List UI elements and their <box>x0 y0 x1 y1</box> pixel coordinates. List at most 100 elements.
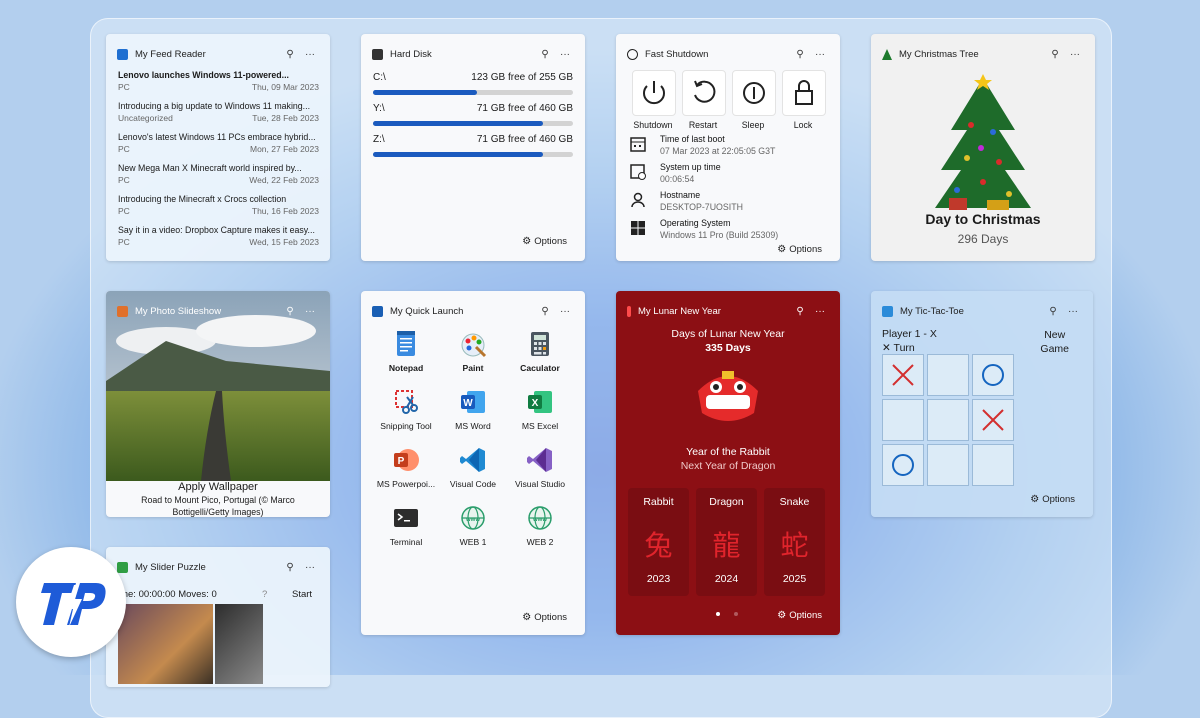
app-launcher-powerpoint[interactable]: P MS Powerpoi... <box>371 445 441 489</box>
drive-usage-bar <box>373 90 573 95</box>
start-button[interactable]: Start <box>292 589 318 600</box>
pin-icon[interactable]: ⚲ <box>790 49 810 60</box>
lock-button[interactable] <box>782 70 826 116</box>
widget-title: My Tic-Tac-Toe <box>900 305 964 317</box>
feed-item-category: Uncategorized <box>118 113 173 123</box>
more-options-icon[interactable]: ··· <box>300 306 320 317</box>
feed-item-title: New Mega Man X Minecraft world inspired … <box>118 163 302 173</box>
app-launcher-calculator[interactable]: Caculator <box>505 329 575 373</box>
board-cell[interactable] <box>882 399 924 441</box>
apply-wallpaper-button[interactable]: Apply Wallpaper <box>106 481 330 493</box>
zodiac-name: Dragon <box>709 496 744 508</box>
hard-disk-icon <box>372 48 383 60</box>
options-button[interactable]: ⚙ Options <box>777 244 822 255</box>
vscode-icon <box>438 445 508 475</box>
puzzle-tile[interactable] <box>215 604 263 684</box>
board-cell[interactable] <box>927 399 969 441</box>
pin-icon[interactable]: ⚲ <box>1045 49 1065 60</box>
excel-icon: X <box>505 387 575 417</box>
app-launcher-terminal[interactable]: Terminal <box>371 503 441 547</box>
zodiac-card-dragon[interactable]: Dragon 龍 2024 <box>696 488 757 596</box>
shutdown-button[interactable] <box>632 70 676 116</box>
options-button[interactable]: ⚙ Options <box>522 612 567 623</box>
board-cell[interactable] <box>882 444 924 486</box>
photo-caption: Road to Mount Pico, Portugal (© Marco Bo… <box>141 495 295 517</box>
feed-item-date: Wed, 22 Feb 2023 <box>249 175 319 185</box>
more-options-icon[interactable]: ··· <box>810 306 830 317</box>
lantern-icon <box>627 305 631 317</box>
board-cell[interactable] <box>927 444 969 486</box>
game-board <box>882 354 1016 488</box>
feed-item[interactable]: Introducing a big update to Windows 11 m… <box>118 101 319 123</box>
more-options-icon[interactable]: ··· <box>555 306 575 317</box>
board-cell[interactable] <box>882 354 924 396</box>
help-button[interactable]: ? <box>262 589 292 600</box>
feed-item-date: Tue, 28 Feb 2023 <box>252 113 319 123</box>
board-cell[interactable] <box>972 399 1014 441</box>
slideshow-photo[interactable] <box>106 291 330 481</box>
grid-icon <box>882 305 893 317</box>
feed-item[interactable]: New Mega Man X Minecraft world inspired … <box>118 163 319 185</box>
christmas-label: Day to Christmas <box>925 211 1041 227</box>
app-label: MS Word <box>455 421 491 431</box>
pin-icon[interactable]: ⚲ <box>535 49 555 60</box>
board-cell[interactable] <box>972 444 1014 486</box>
options-button[interactable]: ⚙ Options <box>1030 494 1075 505</box>
christmas-tree-image <box>935 74 1031 210</box>
options-button[interactable]: ⚙ Options <box>777 610 822 621</box>
feed-item[interactable]: Lenovo's latest Windows 11 PCs embrace h… <box>118 132 319 154</box>
drive-name: Z:\ <box>373 134 385 145</box>
web-icon: www <box>438 503 508 533</box>
feed-item[interactable]: Introducing the Minecraft x Crocs collec… <box>118 194 319 216</box>
puzzle-tile[interactable] <box>118 604 213 684</box>
current-zodiac-year: Year of the Rabbit <box>686 446 770 458</box>
power-icon <box>627 48 638 60</box>
feed-item-title: Say it in a video: Dropbox Capture makes… <box>118 225 315 235</box>
more-options-icon[interactable]: ··· <box>555 49 575 60</box>
fast-shutdown-widget: Fast Shutdown ⚲ ··· Shutdown Restart Sle… <box>616 34 840 261</box>
more-options-icon[interactable]: ··· <box>1063 306 1083 317</box>
pin-icon[interactable]: ⚲ <box>790 306 810 317</box>
app-launcher-paint[interactable]: Paint <box>438 329 508 373</box>
widget-title: My Lunar New Year <box>638 305 721 317</box>
widget-title: My Slider Puzzle <box>135 561 206 573</box>
calendar-icon <box>630 137 646 152</box>
app-launcher-snipping-tool[interactable]: Snipping Tool <box>371 387 441 431</box>
drive-name: C:\ <box>373 72 386 83</box>
options-button[interactable]: ⚙ Options <box>522 236 567 247</box>
more-options-icon[interactable]: ··· <box>810 49 830 60</box>
app-launcher-excel[interactable]: X MS Excel <box>505 387 575 431</box>
drive-row: Z:\ 71 GB free of 460 GB <box>373 134 573 157</box>
more-options-icon[interactable]: ··· <box>300 49 320 60</box>
drive-row: C:\ 123 GB free of 255 GB <box>373 72 573 95</box>
app-label: Notepad <box>388 363 424 373</box>
app-launcher-web[interactable]: www WEB 2 <box>505 503 575 547</box>
app-launcher-word[interactable]: W MS Word <box>438 387 508 431</box>
svg-text:www: www <box>532 517 547 523</box>
more-options-icon[interactable]: ··· <box>300 562 320 573</box>
quick-launch-widget: My Quick Launch ⚲ ··· Notepad Paint Cacula… <box>361 291 585 635</box>
pin-icon[interactable]: ⚲ <box>1043 306 1063 317</box>
pin-icon[interactable]: ⚲ <box>280 562 300 573</box>
pin-icon[interactable]: ⚲ <box>280 49 300 60</box>
app-launcher-visual-studio[interactable]: Visual Studio <box>505 445 575 489</box>
zodiac-glyph-icon: 蛇 <box>780 530 809 561</box>
pin-icon[interactable]: ⚲ <box>280 306 300 317</box>
more-options-icon[interactable]: ··· <box>1065 49 1085 60</box>
new-game-button[interactable]: New Game <box>1040 328 1069 356</box>
board-cell[interactable] <box>927 354 969 396</box>
app-launcher-vscode[interactable]: Visual Code <box>438 445 508 489</box>
zodiac-card-snake[interactable]: Snake 蛇 2025 <box>764 488 825 596</box>
snipping-tool-icon <box>371 387 441 417</box>
page-indicator <box>716 603 738 621</box>
feed-item[interactable]: Lenovo launches Windows 11-powered... PC T… <box>118 70 319 92</box>
board-cell[interactable] <box>972 354 1014 396</box>
pin-icon[interactable]: ⚲ <box>535 306 555 317</box>
zodiac-card-rabbit[interactable]: Rabbit 兔 2023 <box>628 488 689 596</box>
feed-item[interactable]: Say it in a video: Dropbox Capture makes… <box>118 225 319 247</box>
app-launcher-notepad[interactable]: Notepad <box>371 329 441 373</box>
restart-button[interactable] <box>682 70 726 116</box>
app-launcher-web[interactable]: www WEB 1 <box>438 503 508 547</box>
gear-icon: ⚙ <box>522 236 532 247</box>
sleep-button[interactable] <box>732 70 776 116</box>
